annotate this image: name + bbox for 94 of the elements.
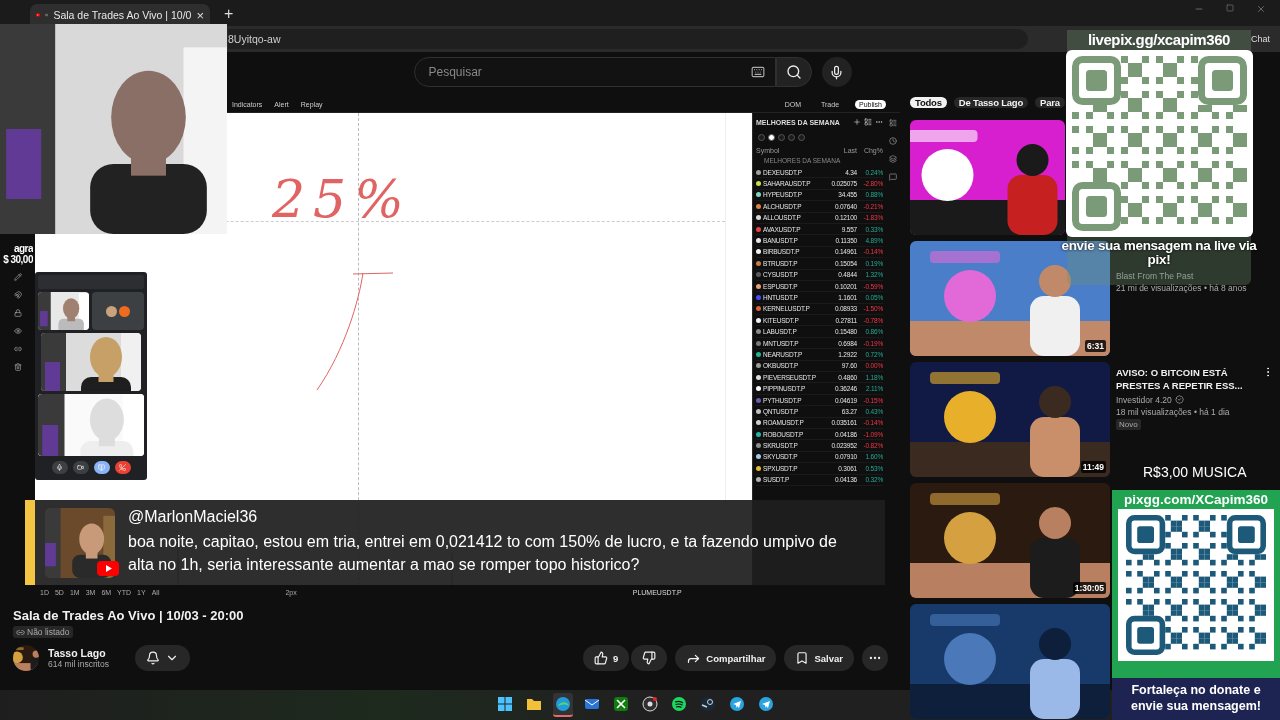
url-text: 8Uyitqo-aw (228, 33, 281, 45)
mic-icon (56, 464, 63, 471)
present-button[interactable] (93, 461, 110, 474)
taskbar-button[interactable] (552, 693, 573, 717)
watchlist-icon[interactable] (888, 119, 897, 127)
handwritten-note: 25% (272, 169, 412, 229)
recorder-icon (641, 696, 658, 712)
camera-button[interactable] (72, 461, 89, 474)
alarm-icon[interactable] (888, 137, 897, 145)
filter-chip[interactable]: De Tasso Lago (953, 97, 1029, 108)
video-call-window[interactable] (35, 272, 147, 480)
list-icon[interactable] (864, 118, 872, 126)
search-button[interactable] (775, 57, 812, 87)
link-icon[interactable] (13, 345, 22, 353)
duration-badge: 1:30:05 (1072, 582, 1106, 594)
visibility-text: Não listado (27, 627, 70, 637)
xbox-icon (612, 696, 629, 712)
pix-url: livepix.gg/xcapim360 (1087, 31, 1231, 48)
dislike-button[interactable] (631, 645, 668, 671)
address-bar[interactable]: 8Uyitqo-aw (228, 29, 1028, 49)
telegram-icon (728, 696, 745, 712)
duration-badge: 6:31 (1085, 340, 1106, 352)
video-title[interactable]: AVISO: O BITCOIN ESTÁ PRESTES A REPETIR ESS... (1116, 366, 1256, 393)
youtube-play-icon (97, 561, 119, 576)
channel-name[interactable]: Blast From The Past (1116, 271, 1256, 281)
keyboard-icon[interactable] (750, 65, 765, 79)
filter-toggle[interactable] (788, 133, 795, 141)
pix-caption: envie sua mensagem na live via pix! (1060, 239, 1258, 268)
music-icon (670, 696, 687, 712)
hang-up-icon (119, 464, 126, 471)
channel-avatar[interactable] (13, 645, 39, 671)
chat-button[interactable]: Chat (1251, 34, 1272, 44)
trash-icon[interactable] (13, 363, 22, 371)
chat-icon[interactable] (888, 173, 897, 181)
screen-share-icon (98, 464, 105, 471)
magnet-icon[interactable] (13, 291, 22, 299)
donation-text: agra (13, 243, 33, 254)
channel-name[interactable]: Investidor 4.20 (1116, 394, 1256, 405)
save-button[interactable]: Salvar (784, 645, 854, 671)
more-icon[interactable] (875, 118, 883, 126)
filter-chip[interactable]: Todos (910, 97, 947, 108)
thumbs-down-icon (642, 651, 657, 665)
folder-icon (525, 696, 542, 712)
search-input[interactable]: Pesquisar (426, 64, 751, 80)
chat-author: @MarlonMaciel36 (128, 508, 259, 526)
pencil-icon[interactable] (13, 273, 22, 281)
music-price: R$3,00 MUSICA (1143, 464, 1247, 480)
browser-tab[interactable]: Sala de Trades Ao Vivo | 10/0 × (30, 4, 210, 26)
speaker-icon (44, 10, 49, 20)
mic-button[interactable] (51, 461, 68, 474)
share-button[interactable]: Compartilhar (675, 645, 777, 671)
view-count: 21 mi de visualizações • há 8 anos (1116, 283, 1248, 293)
filter-toggle[interactable] (768, 133, 775, 141)
telegram-icon (757, 696, 774, 712)
close-icon[interactable] (1256, 4, 1266, 14)
new-tab-button[interactable]: + (216, 5, 234, 26)
notification-button[interactable] (135, 645, 190, 671)
donation-caption: Fortaleça no donate e envie sua mensagem! (1112, 677, 1280, 720)
video-play-icon (36, 11, 40, 19)
link-icon (16, 627, 25, 637)
participant-avatar (119, 305, 130, 317)
steam-icon (699, 696, 716, 712)
lock-icon[interactable] (13, 309, 22, 317)
close-tab-button[interactable]: × (196, 8, 204, 22)
browser-icon (554, 696, 571, 712)
mic-icon (829, 64, 844, 80)
eye-icon[interactable] (13, 327, 22, 335)
duration-badge: 11:49 (1080, 461, 1106, 473)
filter-toggle[interactable] (758, 133, 765, 141)
video-title: Sala de Trades Ao Vivo | 10/03 - 20:00 (13, 608, 245, 623)
start-icon (496, 696, 513, 712)
bell-icon (146, 651, 160, 665)
channel-name[interactable]: Tasso Lago (48, 647, 128, 659)
bookmark-icon (795, 651, 810, 665)
tab-title: Sala de Trades Ao Vivo | 10/0 (53, 9, 192, 21)
search-field[interactable]: Pesquisar (413, 57, 776, 87)
add-icon[interactable] (853, 118, 861, 126)
thumbs-up-icon (594, 651, 609, 665)
filter-toggle[interactable] (778, 133, 785, 141)
new-badge: Novo (1116, 418, 1141, 430)
donation-url: pixgg.com/XCapim360 (1123, 491, 1268, 509)
hang-up-button[interactable] (114, 461, 131, 474)
layers-icon[interactable] (888, 155, 897, 163)
camera-icon (77, 464, 84, 471)
subscriber-count: 614 mil inscritos (48, 659, 110, 669)
filter-chip[interactable]: Para (1035, 97, 1065, 108)
participant-avatar (106, 305, 117, 317)
search-icon (785, 64, 802, 80)
donation-amount: $ 30,00 (2, 254, 33, 265)
like-button[interactable]: 9 (583, 645, 630, 671)
voice-search-button[interactable] (821, 57, 852, 87)
mail-icon (583, 696, 600, 712)
filter-toggle[interactable] (798, 133, 805, 141)
view-count: 18 mil visualizações • há 1 dia (1116, 406, 1231, 417)
